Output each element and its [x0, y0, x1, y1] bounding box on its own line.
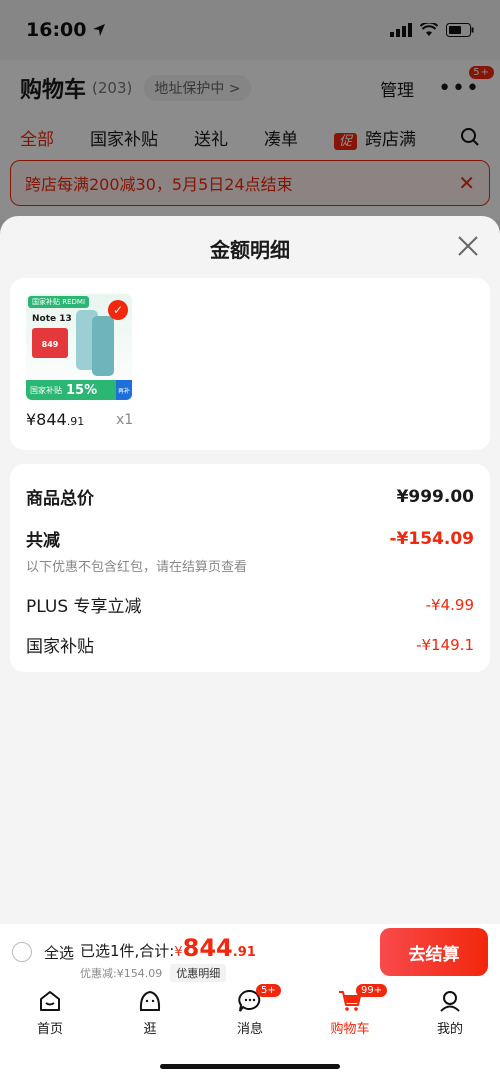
- thumb-side-tag: 再补: [116, 380, 132, 400]
- total-price-row: 商品总价 ¥999.00: [26, 484, 474, 510]
- total-reduce-row: 共减 -¥154.09: [26, 526, 475, 552]
- home-icon: [40, 990, 60, 1011]
- tab-cart-label: 购物车: [330, 1021, 370, 1037]
- select-all-label[interactable]: 全选: [44, 942, 74, 963]
- select-all-radio[interactable]: [12, 942, 32, 962]
- cart-badge: 99+: [356, 984, 388, 997]
- tab-mine-label: 我的: [436, 1021, 463, 1037]
- checkout-button[interactable]: 去结算: [380, 928, 488, 976]
- discount-note: 以下优惠不包含红包，请在结算页查看: [26, 560, 248, 575]
- browse-face-icon: [139, 990, 161, 1011]
- tab-cart[interactable]: 购物车 99+: [300, 982, 400, 1042]
- home-indicator: [0, 1042, 500, 1082]
- tab-browse-label: 逛: [143, 1021, 157, 1037]
- product-price: ¥844.91: [26, 410, 84, 429]
- thumb-model: Note 13: [32, 314, 72, 324]
- thumb-price: 849: [41, 340, 59, 349]
- selected-count: 已选1件,合计:: [80, 942, 175, 960]
- discount-amount: 优惠减:¥154.09: [80, 967, 163, 980]
- user-icon: [440, 990, 460, 1012]
- thumb-subsidy-label: 国家补贴: [30, 385, 62, 395]
- check-icon: ✓: [108, 300, 128, 320]
- tab-messages[interactable]: 消息 5+: [200, 982, 300, 1042]
- product-price-cents: .91: [66, 415, 85, 428]
- phone-image: [92, 316, 114, 376]
- thumb-subsidy-percent: 15%: [66, 382, 98, 398]
- amount-detail-sheet: 金额明细 国家补贴 REDMI Note 13 849 ✓ 国家补贴 15% 再…: [0, 216, 500, 924]
- bottom-tab-bar: 首页 逛 消息 5+ 购物车 99+ 我的: [0, 982, 500, 1042]
- plus-discount-value: -¥4.99: [425, 595, 474, 614]
- checkout-summary: 已选1件,合计: ¥ 844 .91: [80, 934, 256, 962]
- thumb-brand: 国家补贴 REDMI: [28, 296, 90, 308]
- total-reduce-value: -¥154.09: [389, 528, 475, 549]
- tab-messages-label: 消息: [236, 1021, 263, 1037]
- total-reduce-label: 共减: [26, 531, 60, 551]
- product-quantity: x1: [116, 412, 134, 428]
- subsidy-label: 国家补贴: [26, 637, 94, 657]
- discount-detail-button[interactable]: 优惠明细: [170, 964, 227, 982]
- subsidy-value: -¥149.1: [416, 635, 474, 654]
- close-icon[interactable]: [456, 234, 480, 258]
- tab-browse[interactable]: 逛: [100, 982, 200, 1042]
- total-cents: .91: [232, 945, 256, 960]
- product-price-main: ¥844: [26, 410, 67, 429]
- total-price-value: ¥999.00: [396, 486, 474, 507]
- tab-home-label: 首页: [36, 1021, 63, 1037]
- tab-mine[interactable]: 我的: [400, 982, 500, 1042]
- plus-discount-label: PLUS 专享立减: [26, 597, 142, 617]
- discount-summary: 优惠减:¥154.09 优惠明细: [80, 964, 227, 982]
- messages-badge: 5+: [256, 984, 281, 997]
- thumb-subsidy-bar: 国家补贴 15% 再补: [26, 380, 132, 400]
- price-breakdown-card: 商品总价 ¥999.00 共减 -¥154.09 以下优惠不包含红包，请在结算页…: [10, 464, 490, 672]
- thumb-price-box: 849: [32, 328, 68, 358]
- subsidy-row: 国家补贴 -¥149.1: [26, 632, 474, 658]
- plus-discount-row: PLUS 专享立减 -¥4.99: [26, 592, 474, 618]
- total-amount: 844: [182, 934, 233, 962]
- product-card: 国家补贴 REDMI Note 13 849 ✓ 国家补贴 15% 再补 ¥84…: [10, 278, 490, 450]
- total-price-label: 商品总价: [26, 489, 94, 509]
- product-image[interactable]: 国家补贴 REDMI Note 13 849 ✓ 国家补贴 15% 再补: [26, 294, 132, 400]
- sheet-title: 金额明细: [210, 238, 290, 262]
- currency-symbol: ¥: [174, 945, 183, 960]
- home-indicator-bar: [160, 1064, 340, 1069]
- checkout-bar: 全选 已选1件,合计: ¥ 844 .91 优惠减:¥154.09 优惠明细 去…: [0, 924, 500, 982]
- tab-home[interactable]: 首页: [0, 982, 100, 1042]
